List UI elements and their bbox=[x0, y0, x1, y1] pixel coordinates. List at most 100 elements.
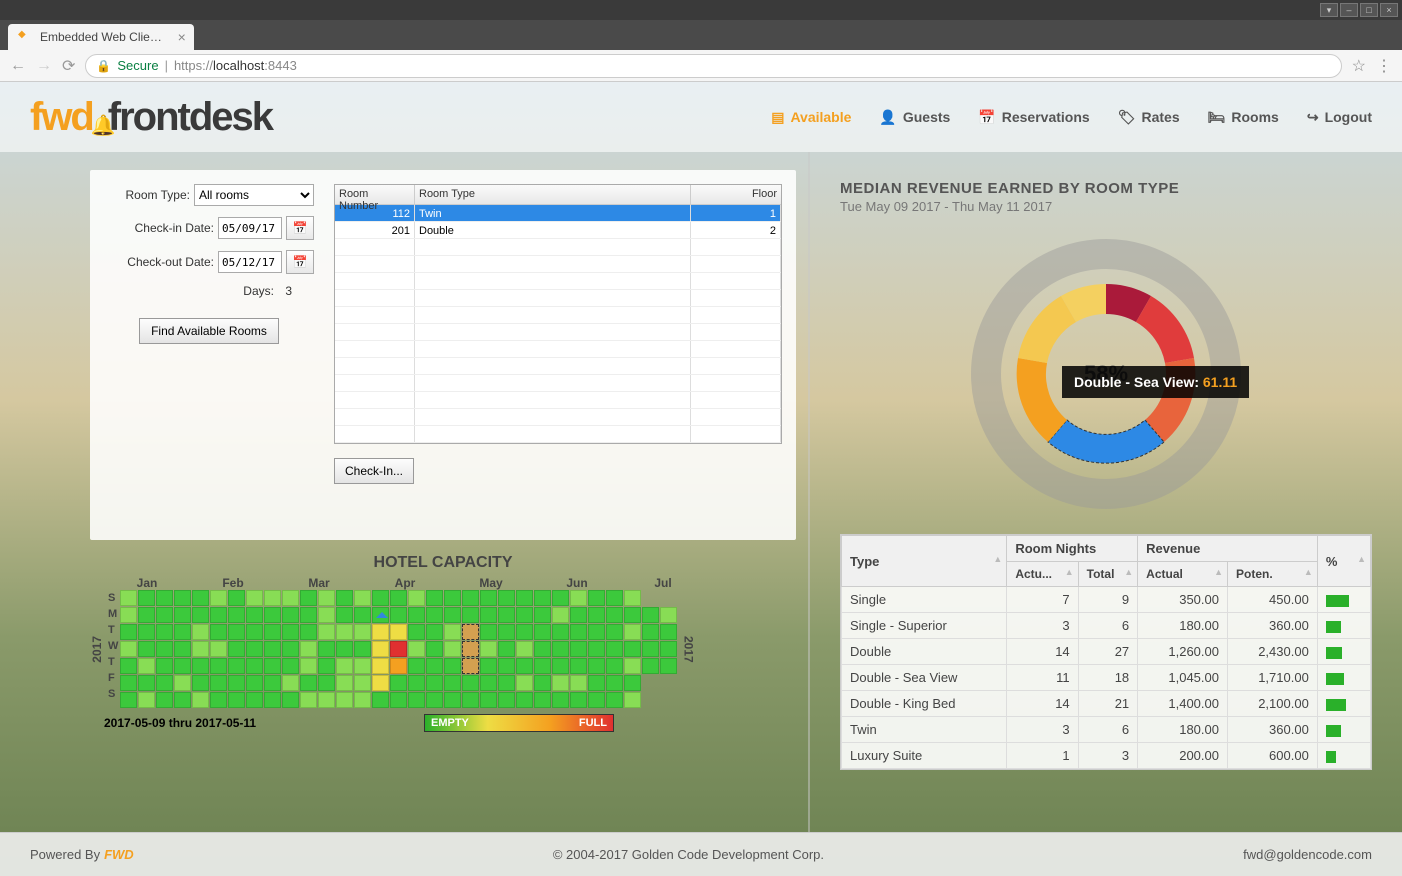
heatmap-cell[interactable] bbox=[210, 607, 227, 623]
heatmap-cell[interactable] bbox=[282, 624, 299, 640]
heatmap-cell[interactable] bbox=[606, 658, 623, 674]
heatmap-cell[interactable] bbox=[462, 675, 479, 691]
heatmap-cell[interactable] bbox=[660, 641, 677, 657]
heatmap-cell[interactable] bbox=[426, 624, 443, 640]
heatmap-cell[interactable] bbox=[192, 658, 209, 674]
heatmap-cell[interactable] bbox=[264, 692, 281, 708]
heatmap-cell[interactable] bbox=[642, 624, 659, 640]
heatmap-cell[interactable] bbox=[210, 675, 227, 691]
heatmap-cell[interactable] bbox=[282, 675, 299, 691]
window-menu-button[interactable]: ▾ bbox=[1320, 3, 1338, 17]
heatmap-cell[interactable] bbox=[390, 624, 407, 640]
heatmap-cell[interactable] bbox=[264, 658, 281, 674]
heatmap-cell[interactable] bbox=[138, 692, 155, 708]
checkout-calendar-button[interactable]: 📅 bbox=[286, 250, 314, 274]
heatmap-cell[interactable] bbox=[354, 658, 371, 674]
table-row[interactable] bbox=[335, 341, 781, 358]
heatmap-cell[interactable] bbox=[372, 692, 389, 708]
heatmap-cell[interactable] bbox=[372, 590, 389, 606]
heatmap-cell[interactable] bbox=[660, 590, 677, 606]
heatmap-cell[interactable] bbox=[408, 590, 425, 606]
heatmap-cell[interactable] bbox=[354, 675, 371, 691]
heatmap-cell[interactable] bbox=[516, 692, 533, 708]
heatmap-cell[interactable] bbox=[534, 607, 551, 623]
heatmap-cell[interactable] bbox=[606, 624, 623, 640]
heatmap-cell[interactable] bbox=[120, 641, 137, 657]
heatmap-cell[interactable] bbox=[444, 658, 461, 674]
heatmap-cell[interactable] bbox=[228, 641, 245, 657]
heatmap-cell[interactable] bbox=[624, 624, 641, 640]
heatmap-cell[interactable] bbox=[354, 624, 371, 640]
heatmap-cell[interactable] bbox=[138, 607, 155, 623]
heatmap-cell[interactable] bbox=[228, 658, 245, 674]
table-row[interactable]: 201Double2 bbox=[335, 222, 781, 239]
heatmap-cell[interactable] bbox=[498, 624, 515, 640]
heatmap-cell[interactable] bbox=[570, 641, 587, 657]
heatmap-cell[interactable] bbox=[660, 624, 677, 640]
heatmap-cell[interactable] bbox=[606, 675, 623, 691]
heatmap-cell[interactable] bbox=[300, 692, 317, 708]
back-button[interactable]: ← bbox=[10, 57, 26, 75]
heatmap-cell[interactable] bbox=[210, 624, 227, 640]
table-row[interactable]: 112Twin1 bbox=[335, 205, 781, 222]
table-row[interactable]: Luxury Suite13200.00600.00 bbox=[842, 743, 1371, 769]
heatmap-cell[interactable] bbox=[606, 607, 623, 623]
sort-icon[interactable]: ▲ bbox=[993, 554, 1002, 564]
heatmap-cell[interactable] bbox=[228, 675, 245, 691]
heatmap-cell[interactable] bbox=[624, 675, 641, 691]
heatmap-cell[interactable] bbox=[174, 675, 191, 691]
heatmap-cell[interactable] bbox=[534, 590, 551, 606]
reload-button[interactable]: ⟳ bbox=[62, 56, 75, 76]
heatmap-cell[interactable] bbox=[444, 692, 461, 708]
heatmap-cell[interactable] bbox=[336, 590, 353, 606]
window-maximize-button[interactable]: □ bbox=[1360, 3, 1378, 17]
sort-icon[interactable]: ▲ bbox=[1124, 567, 1133, 577]
heatmap-cell[interactable] bbox=[246, 607, 263, 623]
heatmap-cell[interactable] bbox=[390, 641, 407, 657]
heatmap-cell[interactable] bbox=[606, 641, 623, 657]
heatmap-cell[interactable] bbox=[156, 692, 173, 708]
heatmap-cell[interactable] bbox=[192, 692, 209, 708]
checkin-button[interactable]: Check-In... bbox=[334, 458, 414, 484]
heatmap-cell[interactable] bbox=[318, 607, 335, 623]
table-row[interactable] bbox=[335, 409, 781, 426]
heatmap-cell[interactable] bbox=[372, 658, 389, 674]
heatmap-cell[interactable] bbox=[588, 658, 605, 674]
heatmap-cell[interactable] bbox=[534, 624, 551, 640]
heatmap-cell[interactable] bbox=[336, 675, 353, 691]
table-row[interactable] bbox=[335, 273, 781, 290]
heatmap-cell[interactable] bbox=[444, 590, 461, 606]
nav-available[interactable]: ▤Available bbox=[771, 109, 851, 126]
heatmap-cell[interactable] bbox=[642, 641, 659, 657]
heatmap-cell[interactable] bbox=[408, 607, 425, 623]
heatmap-cell[interactable] bbox=[372, 641, 389, 657]
nav-rooms[interactable]: 🛏Rooms bbox=[1208, 109, 1279, 126]
table-row[interactable]: Double14271,260.002,430.00 bbox=[842, 639, 1371, 665]
heatmap-cell[interactable] bbox=[462, 658, 479, 674]
heatmap-cell[interactable] bbox=[462, 590, 479, 606]
heatmap-cell[interactable] bbox=[516, 658, 533, 674]
table-row[interactable] bbox=[335, 375, 781, 392]
heatmap-cell[interactable] bbox=[444, 641, 461, 657]
heatmap-cell[interactable] bbox=[498, 641, 515, 657]
heatmap-cell[interactable] bbox=[246, 675, 263, 691]
heatmap-cell[interactable] bbox=[138, 641, 155, 657]
heatmap-cell[interactable] bbox=[156, 624, 173, 640]
heatmap-cell[interactable] bbox=[516, 607, 533, 623]
heatmap-cell[interactable] bbox=[588, 641, 605, 657]
heatmap-cell[interactable] bbox=[588, 607, 605, 623]
heatmap-cell[interactable] bbox=[408, 641, 425, 657]
sort-icon[interactable]: ▲ bbox=[1214, 567, 1223, 577]
heatmap-cell[interactable] bbox=[282, 692, 299, 708]
heatmap-cell[interactable] bbox=[282, 607, 299, 623]
heatmap-cell[interactable] bbox=[642, 590, 659, 606]
heatmap-cell[interactable] bbox=[534, 658, 551, 674]
sort-icon[interactable]: ▲ bbox=[1357, 554, 1366, 564]
heatmap-cell[interactable] bbox=[174, 607, 191, 623]
table-row[interactable]: Double - King Bed14211,400.002,100.00 bbox=[842, 691, 1371, 717]
heatmap-cell[interactable] bbox=[174, 692, 191, 708]
heatmap-cell[interactable] bbox=[516, 624, 533, 640]
heatmap-cell[interactable] bbox=[570, 692, 587, 708]
heatmap-cell[interactable] bbox=[120, 675, 137, 691]
heatmap-cell[interactable] bbox=[570, 658, 587, 674]
